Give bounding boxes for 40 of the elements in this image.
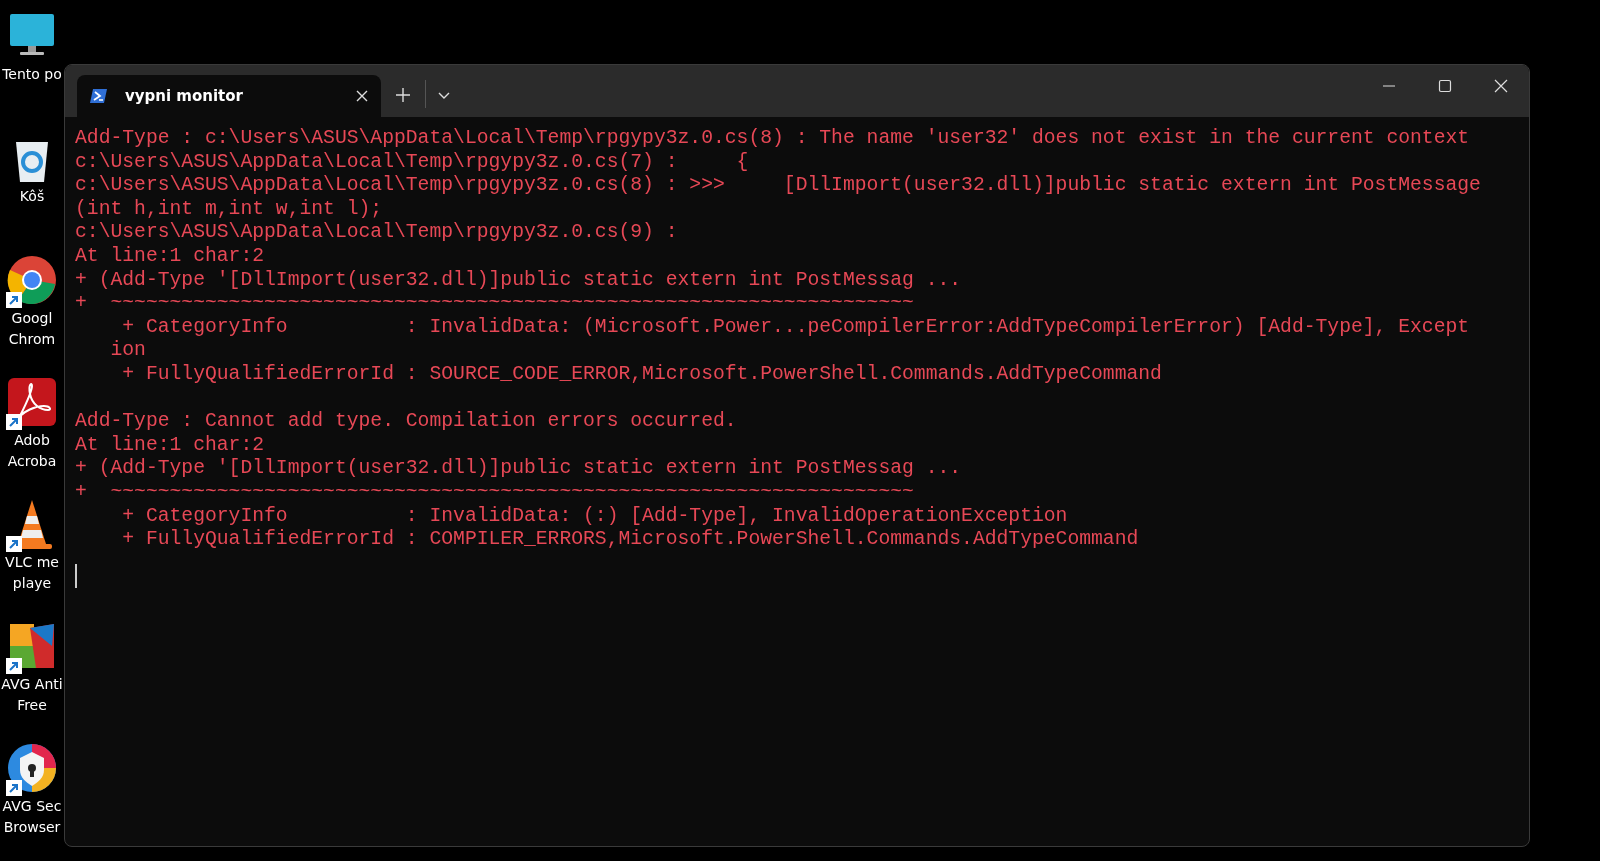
terminal-output-line: + (Add-Type '[DllImport(user32.dll)]public static extern int PostMessag ... [75,268,963,293]
desktop-icon-label[interactable]: Chrom [8,329,56,350]
terminal-output-line: Add-Type : Cannot add type. Compilation errors occurred. [75,410,738,434]
keyhole-shield-icon[interactable] [6,742,58,794]
maximize-icon [1438,78,1452,93]
terminal-output-line: + FullyQualifiedErrorId : SOURCE_CODE_ERROR,Microsoft.PowerShell.Commands.AddTypeCommand [121,362,1163,387]
text-cursor [75,563,77,588]
plus-icon [395,86,411,103]
terminal-tab[interactable]: vypni monitor [77,75,381,117]
desktop-icon-label[interactable]: Kôš [19,186,45,207]
desktop-icon-label[interactable]: playe [12,573,52,594]
close-tab-icon[interactable] [355,89,369,103]
terminal-output-line: (int h,int m,int w,int l); [75,197,384,222]
desktop-icon-label[interactable]: Adob [14,430,50,451]
desktop-icon-label[interactable]: AVG Anti [1,674,63,695]
terminal-prompt-icon [89,86,109,106]
close-icon [1494,78,1508,93]
terminal-output-line: c:\Users\ASUS\AppData\Local\Temp\rpgypy3z.0.cs(9) : [75,221,679,245]
document-logo-icon[interactable] [6,376,58,428]
desktop-icon-label[interactable]: Tento po [2,64,62,85]
terminal-output-line: At line:1 char:2 [75,433,266,458]
terminal-output-line: c:\Users\ASUS\AppData\Local\Temp\rpgypy3z.0.cs(8) : >>> [DllImport(user32.dll)]public static extern int PostMessage [75,174,1482,198]
minimize-icon [1382,84,1396,87]
terminal-output-line: + (Add-Type '[DllImport(user32.dll)]public static extern int PostMessag ... [75,457,963,481]
terminal-output-line: + CategoryInfo : InvalidData: (:) [Add-Type], InvalidOperationException [121,504,1069,529]
terminal-output-line: + FullyQualifiedErrorId : COMPILER_ERRORS,Microsoft.PowerShell.Commands.AddTypeCommand [121,528,1140,552]
desktop-icon-label[interactable]: Browser [3,817,61,838]
desktop-icon-label[interactable]: AVG Sec [2,796,62,817]
terminal-output-line: ion [109,339,147,363]
terminal-output-line: + ~~~~~~~~~~~~~~~~~~~~~~~~~~~~~~~~~~~~~~~~~~~~~~~~~~~~~~~~~~~~~~~~~~~~ [75,292,915,316]
terminal-output-line: Add-Type : c:\Users\ASUS\AppData\Local\Temp\rpgypy3z.0.cs(8) : The name 'user32' does not exist in the current context [75,127,1471,151]
terminal-output-line: c:\Users\ASUS\AppData\Local\Temp\rpgypy3z.0.cs(7) : { [75,150,750,175]
terminal-output-line: + ~~~~~~~~~~~~~~~~~~~~~~~~~~~~~~~~~~~~~~~~~~~~~~~~~~~~~~~~~~~~~~~~~~~~ [75,480,915,505]
desktop-icon-label[interactable]: VLC me [5,552,59,573]
desktop-icon-label[interactable]: Googl [11,308,53,329]
circle-logo-icon[interactable] [6,254,58,306]
terminal-output-line: At line:1 char:2 [75,244,266,269]
terminal-output-line: + CategoryInfo : InvalidData: (Microsoft.Power...peCompilerError:AddTypeCompilerError) [Add-Type], Except [121,315,1471,340]
desktop-icon-label[interactable]: Acroba [7,451,57,472]
desktop-icon-label[interactable]: Free [17,695,47,716]
